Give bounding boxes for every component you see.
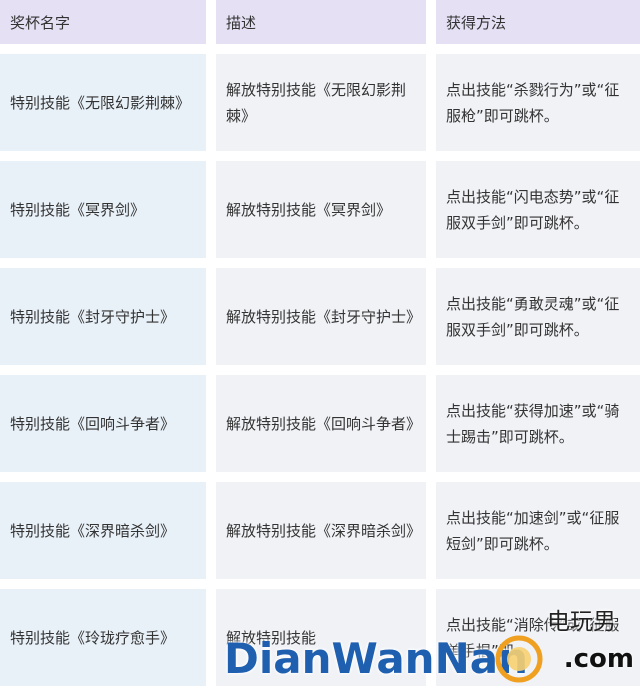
table-cell-method: 点出技能“闪电态势”或“征服双手剑”即可跳杯。 xyxy=(436,161,640,258)
table-cell-method: 点出技能“加速剑”或“征服短剑”即可跳杯。 xyxy=(436,482,640,579)
table-cell-trophy-name: 特别技能《冥界剑》 xyxy=(0,161,206,258)
table-cell-method: 点出技能“获得加速”或“骑士踢击”即可跳杯。 xyxy=(436,375,640,472)
table-cell-trophy-name: 特别技能《无限幻影荆棘》 xyxy=(0,54,206,151)
table-cell-description: 解放特别技能 xyxy=(216,589,426,686)
table-cell-trophy-name: 特别技能《深界暗杀剑》 xyxy=(0,482,206,579)
table-cell-method: 点出技能“消除传”或“征服单手棍”即 xyxy=(436,589,640,686)
table-cell-description: 解放特别技能《回响斗争者》 xyxy=(216,375,426,472)
table-cell-trophy-name: 特别技能《封牙守护士》 xyxy=(0,268,206,365)
table-cell-trophy-name: 特别技能《玲珑疗愈手》 xyxy=(0,589,206,686)
table-cell-description: 解放特别技能《封牙守护士》 xyxy=(216,268,426,365)
table-cell-trophy-name: 特别技能《回响斗争者》 xyxy=(0,375,206,472)
table-cell-description: 解放特别技能《无限幻影荆棘》 xyxy=(216,54,426,151)
header-trophy-name: 奖杯名字 xyxy=(0,0,206,44)
table-cell-method: 点出技能“勇敢灵魂”或“征服双手剑”即可跳杯。 xyxy=(436,268,640,365)
table-cell-description: 解放特别技能《冥界剑》 xyxy=(216,161,426,258)
table-cell-description: 解放特别技能《深界暗杀剑》 xyxy=(216,482,426,579)
header-how-to-obtain: 获得方法 xyxy=(436,0,640,44)
table-cell-method: 点出技能“杀戮行为”或“征服枪”即可跳杯。 xyxy=(436,54,640,151)
trophy-table: 奖杯名字 描述 获得方法 特别技能《无限幻影荆棘》 解放特别技能《无限幻影荆棘》… xyxy=(0,0,640,686)
header-description: 描述 xyxy=(216,0,426,44)
